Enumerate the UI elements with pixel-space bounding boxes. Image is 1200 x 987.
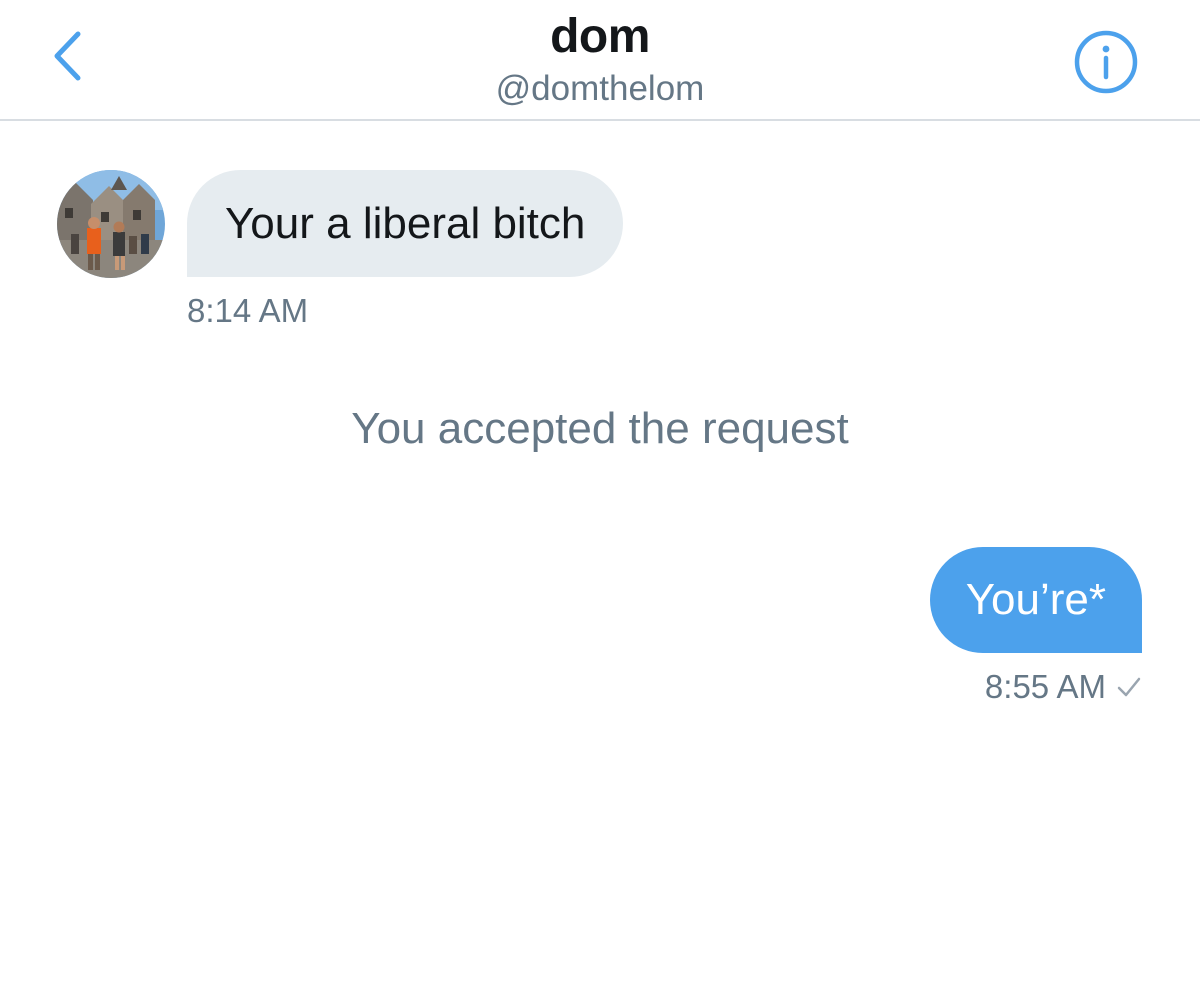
conversation-title-block[interactable]: dom @domthelom (300, 8, 900, 110)
outgoing-message-meta: 8:55 AM (985, 668, 1142, 706)
check-icon (1117, 677, 1141, 697)
back-button[interactable] (40, 22, 100, 92)
outgoing-message-time: 8:55 AM (984, 668, 1106, 705)
avatar-photo (57, 170, 165, 278)
system-message: You accepted the request (351, 404, 849, 453)
incoming-message-bubble[interactable]: Your a liberal bitch (187, 170, 624, 277)
conversation-handle: @domthelom (495, 69, 705, 108)
dm-conversation-screen: dom @domthelom Your a liberal bitch 8:14… (0, 0, 1200, 987)
incoming-message-time: 8:14 AM (187, 292, 309, 329)
outgoing-message-text: You’re* (965, 575, 1106, 624)
avatar[interactable] (57, 170, 165, 278)
chevron-left-icon (54, 31, 81, 81)
conversation-header: dom @domthelom (0, 0, 1200, 121)
info-button[interactable] (1070, 26, 1142, 98)
outgoing-message-bubble[interactable]: You’re* (929, 547, 1142, 653)
conversation-title: dom (550, 10, 650, 63)
info-icon (1074, 30, 1138, 94)
incoming-message-text: Your a liberal bitch (225, 198, 586, 248)
